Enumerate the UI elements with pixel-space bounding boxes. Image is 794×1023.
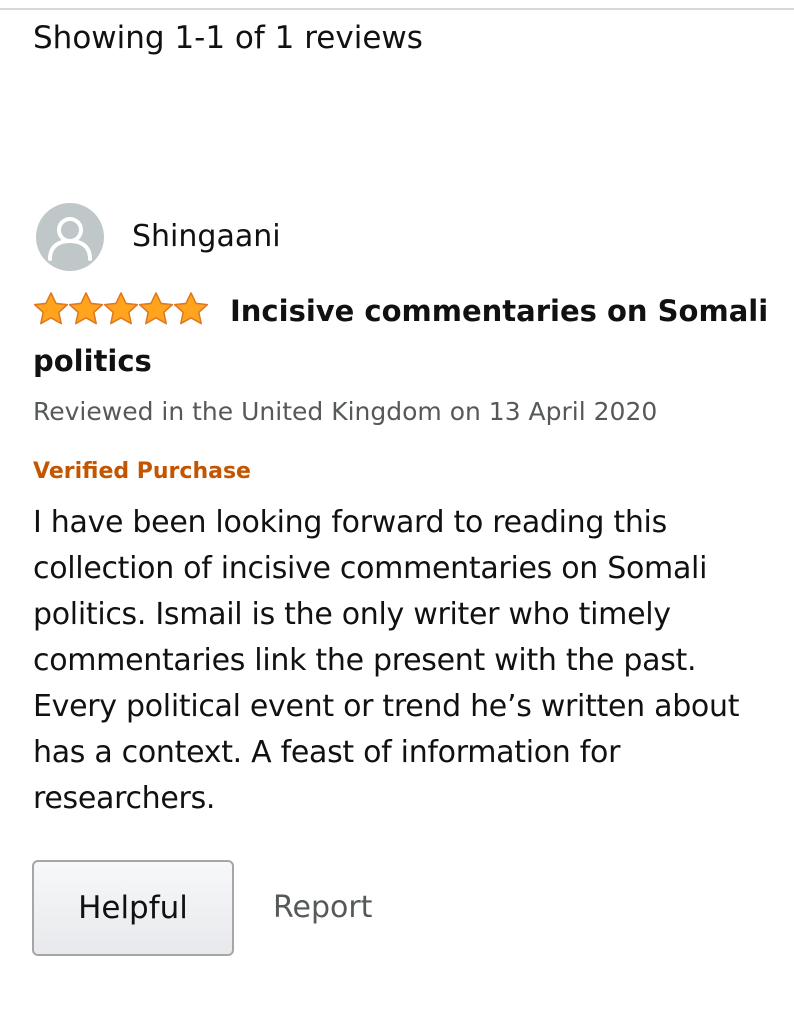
star-rating <box>33 291 209 338</box>
report-link[interactable]: Report <box>273 886 372 930</box>
star-icon <box>138 292 174 325</box>
review-date: Reviewed in the United Kingdom on 13 Apr… <box>33 397 658 426</box>
top-divider <box>0 8 794 10</box>
star-icon <box>173 292 209 325</box>
star-icon <box>103 292 139 325</box>
reviewer-profile[interactable]: Shingaani <box>36 202 281 272</box>
default-avatar-icon <box>36 203 104 271</box>
star-icon <box>33 292 69 325</box>
review-header: Incisive commentaries on Somali politics <box>33 288 783 384</box>
reviewer-name: Shingaani <box>132 219 281 254</box>
review-body: I have been looking forward to reading t… <box>33 505 740 816</box>
verified-purchase-badge: Verified Purchase <box>33 459 251 484</box>
reviews-count-text: Showing 1-1 of 1 reviews <box>33 20 423 56</box>
helpful-button[interactable]: Helpful <box>32 860 234 956</box>
star-icon <box>68 292 104 325</box>
